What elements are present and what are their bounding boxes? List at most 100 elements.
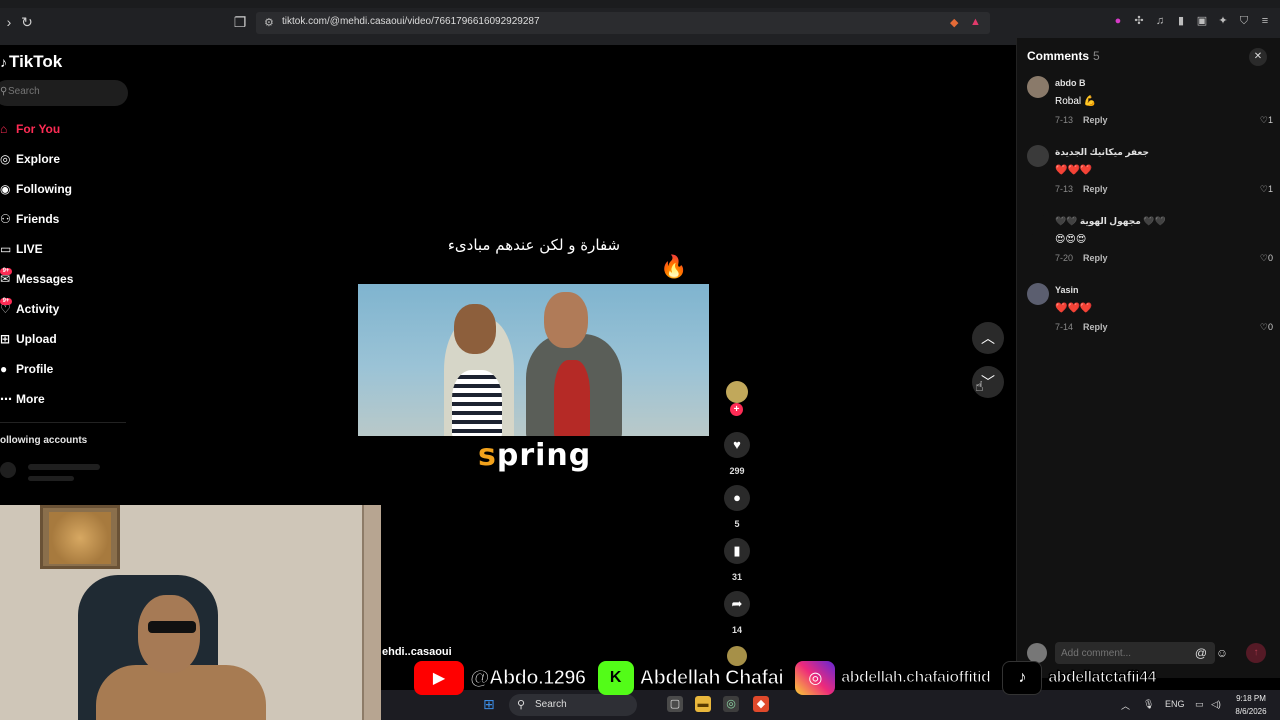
site-settings-icon[interactable]: ⚙ [264,16,274,29]
search-icon: ⚲ [0,86,8,97]
comment-user[interactable]: abdo B [1055,78,1086,88]
sidebar-item-following[interactable]: ◉ Following [0,179,72,199]
sidebar-item-label: Friends [16,212,60,226]
rewards-icon[interactable]: ▲ [970,16,981,28]
avatar[interactable] [1027,283,1049,305]
sidebar-item-activity[interactable]: ♡ 9+ Activity [0,298,60,319]
reload-icon[interactable]: ↻ [18,13,36,31]
webcam-door [362,505,381,720]
share-count: 14 [731,625,742,635]
sidebar-item-label: Activity [16,302,60,316]
reply-button[interactable]: Reply [1083,115,1108,125]
sidebar-item-profile[interactable]: ● Profile [0,359,53,379]
video-player[interactable] [358,284,709,436]
language-indicator[interactable]: ENG [1165,699,1185,709]
comment-like[interactable]: ♡1 [1260,115,1273,126]
extension-icon[interactable]: ● [1111,14,1125,28]
network-icon[interactable]: ▭ [1195,699,1204,710]
search-box[interactable]: ⚲ [0,80,128,106]
brave-icon[interactable]: ◆ [753,696,769,712]
sidebar-item-for-you[interactable]: ⌂ For You [0,119,60,139]
sidebar-item-messages[interactable]: ✉ 9+ Messages [0,268,73,289]
like-count: 299 [729,466,745,476]
comment-date: 7-13 [1055,115,1074,125]
comment-text: ❤️❤️❤️ [1055,165,1093,176]
close-icon[interactable]: ✕ [1249,48,1267,66]
comment-user[interactable]: جعفر ميكانيك الجديدة [1055,147,1149,158]
reply-button[interactable]: Reply [1083,184,1108,194]
comment-like[interactable]: ♡0 [1260,253,1273,264]
task-view-icon[interactable]: ▢ [667,696,683,712]
avatar[interactable] [1027,76,1049,98]
vpn-icon[interactable]: ⛉ [1237,14,1251,28]
bookmark-icon[interactable]: ▮ [724,538,750,564]
windows-start-icon[interactable]: ⊞ [483,696,495,713]
comment-user[interactable]: 🖤🖤 مجهول الهوية 🖤🖤 [1055,216,1166,227]
reply-button[interactable]: Reply [1083,253,1108,263]
comment-like[interactable]: ♡0 [1260,322,1273,333]
url-text[interactable]: tiktok.com/@mehdi.casaoui/video/76617966… [282,16,540,27]
taskbar-clock[interactable]: 9:18 PM 8/6/2026 [1231,690,1271,718]
comment-like-count: 1 [1267,184,1273,194]
music-icon[interactable]: ♫ [1153,14,1167,28]
taskbar-search-label: Search [535,699,567,710]
extensions-bar: ● ✣ ♫ ▮ ▣ ✦ ⛉ ≡ [1111,14,1272,28]
chevron-right-icon[interactable]: › [0,13,18,31]
comment-icon[interactable]: ● [724,485,750,511]
chrome-icon[interactable]: ◎ [723,696,739,712]
emoji-icon[interactable]: ☺ [1214,645,1230,661]
tab-strip [0,0,1280,8]
sidebar-icon[interactable]: ▮ [1174,14,1188,28]
heart-outline-icon: ♡ [1259,253,1268,263]
sidebar-item-upload[interactable]: ⊞ Upload [0,329,57,349]
reply-button[interactable]: Reply [1083,322,1108,332]
activity-icon: ♡ 9+ [0,298,12,316]
sidebar-item-label: Profile [16,362,54,376]
webcam-overlay [0,505,381,720]
social-overlay: ▶ @Abdo.1296 K Abdellah Chafai ◎ abdella… [414,660,1162,696]
comment-like[interactable]: ♡1 [1260,184,1273,195]
microphone-icon[interactable]: 🎙 [1143,699,1154,710]
save-count: 31 [731,572,742,582]
messages-icon: ✉ 9+ [0,268,12,286]
video-caption: شفارة و لكن عندهم مبادىء [447,236,621,254]
sidebar-item-friends[interactable]: ⚇ Friends [0,209,59,229]
youtube-icon: ▶ [414,661,464,695]
heart-icon[interactable]: ♥ [724,432,750,458]
profile-icon: ● [0,362,8,376]
chevron-up-icon[interactable]: ︿ [1121,699,1130,712]
volume-icon[interactable]: ◁) [1211,699,1221,710]
comment-meta: 7-20 Reply [1055,253,1108,263]
share-icon[interactable]: ➦ [724,591,750,617]
following-icon: ◉ [0,182,11,196]
wallet-icon[interactable]: ▣ [1195,14,1209,28]
video-author[interactable]: ehdi..casaoui [382,646,452,658]
comment-user[interactable]: Yasin [1055,285,1079,295]
menu-icon[interactable]: ≡ [1258,14,1272,28]
search-input[interactable] [8,86,108,97]
address-bar[interactable]: ⚙ tiktok.com/@mehdi.casaoui/video/766179… [256,12,990,34]
comment-meta: 7-13 Reply [1055,115,1108,125]
taskbar-search[interactable]: ⚲ Search [509,694,637,716]
bookmark-icon[interactable]: ❐ [231,13,249,31]
sidebar-item-more[interactable]: ⋯ More [0,389,45,409]
instagram-handle: abdellah.chafaioffitid [841,669,992,687]
avatar[interactable] [1027,145,1049,167]
kick-icon: K [597,661,634,695]
follow-plus-icon[interactable]: + [730,403,743,416]
chevron-up-icon[interactable]: ︿ [972,322,1004,354]
mention-icon[interactable]: @ [1193,645,1209,661]
sidebar-item-label: Upload [16,332,57,346]
avatar[interactable] [1027,214,1049,236]
author-avatar[interactable] [726,381,748,403]
puzzle-icon[interactable]: ✣ [1132,14,1146,28]
sidebar-item-live[interactable]: ▭ LIVE [0,239,43,259]
streamer-body [96,665,266,720]
brave-shield-icon[interactable]: ◆ [950,16,958,29]
sidebar-item-explore[interactable]: ◎ Explore [0,149,60,169]
home-icon: ⌂ [0,122,8,136]
tiktok-logo[interactable]: ♪ TikTok [0,52,62,72]
leo-icon[interactable]: ✦ [1216,14,1230,28]
post-comment-button[interactable]: ↑ [1246,643,1266,663]
file-explorer-icon[interactable]: ▬ [695,696,711,712]
